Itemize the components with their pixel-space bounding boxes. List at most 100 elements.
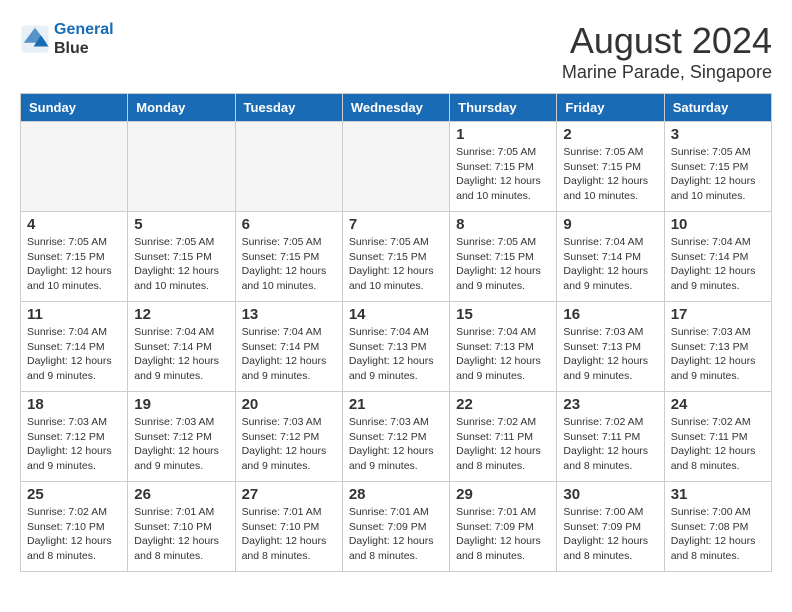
day-info: Sunrise: 7:04 AM Sunset: 7:14 PM Dayligh… <box>134 325 228 384</box>
day-info: Sunrise: 7:04 AM Sunset: 7:14 PM Dayligh… <box>27 325 121 384</box>
title-block: August 2024 Marine Parade, Singapore <box>562 20 772 83</box>
logo-icon <box>20 24 50 54</box>
day-number: 2 <box>563 126 657 143</box>
day-number: 6 <box>242 216 336 233</box>
day-info: Sunrise: 7:01 AM Sunset: 7:09 PM Dayligh… <box>456 505 550 564</box>
day-info: Sunrise: 7:04 AM Sunset: 7:14 PM Dayligh… <box>563 235 657 294</box>
calendar-cell-1-6: 2 Sunrise: 7:05 AM Sunset: 7:15 PM Daylig… <box>557 122 664 212</box>
logo: General Blue <box>20 20 114 58</box>
day-info: Sunrise: 7:04 AM Sunset: 7:14 PM Dayligh… <box>242 325 336 384</box>
calendar-cell-3-4: 14 Sunrise: 7:04 AM Sunset: 7:13 PM Dayli… <box>342 302 449 392</box>
calendar-cell-2-6: 9 Sunrise: 7:04 AM Sunset: 7:14 PM Daylig… <box>557 212 664 302</box>
day-number: 29 <box>456 486 550 503</box>
day-number: 13 <box>242 306 336 323</box>
week-row-4: 18Sunrise: 7:03 AM Sunset: 7:12 PM Dayli… <box>21 392 772 482</box>
day-number: 10 <box>671 216 765 233</box>
day-number: 11 <box>27 306 121 323</box>
day-info: Sunrise: 7:03 AM Sunset: 7:12 PM Dayligh… <box>242 415 336 474</box>
calendar-cell-4-5: 22 Sunrise: 7:02 AM Sunset: 7:11 PM Dayli… <box>450 392 557 482</box>
main-title: August 2024 <box>562 20 772 62</box>
day-info: Sunrise: 7:05 AM Sunset: 7:15 PM Dayligh… <box>456 235 550 294</box>
week-row-5: 25Sunrise: 7:02 AM Sunset: 7:10 PM Dayli… <box>21 482 772 572</box>
day-info: Sunrise: 7:02 AM Sunset: 7:11 PM Dayligh… <box>563 415 657 474</box>
calendar-cell-5-1: 25Sunrise: 7:02 AM Sunset: 7:10 PM Dayli… <box>21 482 128 572</box>
day-info: Sunrise: 7:00 AM Sunset: 7:08 PM Dayligh… <box>671 505 765 564</box>
day-number: 24 <box>671 396 765 413</box>
day-info: Sunrise: 7:02 AM Sunset: 7:11 PM Dayligh… <box>456 415 550 474</box>
calendar-cell-5-3: 27 Sunrise: 7:01 AM Sunset: 7:10 PM Dayli… <box>235 482 342 572</box>
day-info: Sunrise: 7:05 AM Sunset: 7:15 PM Dayligh… <box>671 145 765 204</box>
day-header-tuesday: Tuesday <box>235 94 342 122</box>
day-number: 4 <box>27 216 121 233</box>
week-row-3: 11 Sunrise: 7:04 AM Sunset: 7:14 PM Dayli… <box>21 302 772 392</box>
calendar-cell-1-2 <box>128 122 235 212</box>
day-number: 14 <box>349 306 443 323</box>
day-info: Sunrise: 7:00 AM Sunset: 7:09 PM Dayligh… <box>563 505 657 564</box>
calendar-cell-4-7: 24 Sunrise: 7:02 AM Sunset: 7:11 PM Dayli… <box>664 392 771 482</box>
page-header: General Blue August 2024 Marine Parade, … <box>20 20 772 83</box>
day-header-saturday: Saturday <box>664 94 771 122</box>
calendar-cell-3-1: 11 Sunrise: 7:04 AM Sunset: 7:14 PM Dayli… <box>21 302 128 392</box>
day-info: Sunrise: 7:03 AM Sunset: 7:12 PM Dayligh… <box>27 415 121 474</box>
day-info: Sunrise: 7:02 AM Sunset: 7:11 PM Dayligh… <box>671 415 765 474</box>
week-row-2: 4 Sunrise: 7:05 AM Sunset: 7:15 PM Daylig… <box>21 212 772 302</box>
calendar-cell-2-5: 8 Sunrise: 7:05 AM Sunset: 7:15 PM Daylig… <box>450 212 557 302</box>
calendar-cell-2-1: 4 Sunrise: 7:05 AM Sunset: 7:15 PM Daylig… <box>21 212 128 302</box>
day-number: 12 <box>134 306 228 323</box>
day-info: Sunrise: 7:03 AM Sunset: 7:13 PM Dayligh… <box>563 325 657 384</box>
day-info: Sunrise: 7:04 AM Sunset: 7:13 PM Dayligh… <box>349 325 443 384</box>
day-number: 28 <box>349 486 443 503</box>
day-number: 9 <box>563 216 657 233</box>
day-info: Sunrise: 7:01 AM Sunset: 7:10 PM Dayligh… <box>134 505 228 564</box>
day-info: Sunrise: 7:05 AM Sunset: 7:15 PM Dayligh… <box>27 235 121 294</box>
day-number: 5 <box>134 216 228 233</box>
day-number: 16 <box>563 306 657 323</box>
day-number: 23 <box>563 396 657 413</box>
day-info: Sunrise: 7:05 AM Sunset: 7:15 PM Dayligh… <box>349 235 443 294</box>
calendar-cell-4-3: 20Sunrise: 7:03 AM Sunset: 7:12 PM Dayli… <box>235 392 342 482</box>
day-number: 31 <box>671 486 765 503</box>
logo-line2: Blue <box>54 39 114 58</box>
day-number: 22 <box>456 396 550 413</box>
calendar-cell-4-2: 19Sunrise: 7:03 AM Sunset: 7:12 PM Dayli… <box>128 392 235 482</box>
calendar-cell-3-3: 13 Sunrise: 7:04 AM Sunset: 7:14 PM Dayli… <box>235 302 342 392</box>
calendar-cell-1-4 <box>342 122 449 212</box>
calendar-cell-5-5: 29 Sunrise: 7:01 AM Sunset: 7:09 PM Dayli… <box>450 482 557 572</box>
day-number: 15 <box>456 306 550 323</box>
calendar-cell-2-3: 6Sunrise: 7:05 AM Sunset: 7:15 PM Daylig… <box>235 212 342 302</box>
calendar-cell-3-5: 15 Sunrise: 7:04 AM Sunset: 7:13 PM Dayli… <box>450 302 557 392</box>
day-info: Sunrise: 7:02 AM Sunset: 7:10 PM Dayligh… <box>27 505 121 564</box>
day-header-wednesday: Wednesday <box>342 94 449 122</box>
calendar-cell-1-7: 3 Sunrise: 7:05 AM Sunset: 7:15 PM Daylig… <box>664 122 771 212</box>
day-header-friday: Friday <box>557 94 664 122</box>
calendar-cell-4-1: 18Sunrise: 7:03 AM Sunset: 7:12 PM Dayli… <box>21 392 128 482</box>
calendar-cell-2-2: 5 Sunrise: 7:05 AM Sunset: 7:15 PM Daylig… <box>128 212 235 302</box>
day-header-monday: Monday <box>128 94 235 122</box>
calendar-cell-4-6: 23 Sunrise: 7:02 AM Sunset: 7:11 PM Dayli… <box>557 392 664 482</box>
day-info: Sunrise: 7:05 AM Sunset: 7:15 PM Dayligh… <box>134 235 228 294</box>
subtitle: Marine Parade, Singapore <box>562 62 772 83</box>
day-number: 3 <box>671 126 765 143</box>
calendar-cell-1-3 <box>235 122 342 212</box>
day-info: Sunrise: 7:01 AM Sunset: 7:09 PM Dayligh… <box>349 505 443 564</box>
day-number: 17 <box>671 306 765 323</box>
day-info: Sunrise: 7:03 AM Sunset: 7:12 PM Dayligh… <box>134 415 228 474</box>
day-info: Sunrise: 7:05 AM Sunset: 7:15 PM Dayligh… <box>456 145 550 204</box>
calendar-cell-5-7: 31 Sunrise: 7:00 AM Sunset: 7:08 PM Dayli… <box>664 482 771 572</box>
calendar-cell-5-2: 26 Sunrise: 7:01 AM Sunset: 7:10 PM Dayli… <box>128 482 235 572</box>
day-info: Sunrise: 7:05 AM Sunset: 7:15 PM Dayligh… <box>563 145 657 204</box>
day-number: 26 <box>134 486 228 503</box>
calendar-cell-3-7: 17Sunrise: 7:03 AM Sunset: 7:13 PM Dayli… <box>664 302 771 392</box>
logo-text: General Blue <box>54 20 114 58</box>
day-info: Sunrise: 7:01 AM Sunset: 7:10 PM Dayligh… <box>242 505 336 564</box>
calendar-cell-3-2: 12 Sunrise: 7:04 AM Sunset: 7:14 PM Dayli… <box>128 302 235 392</box>
day-number: 1 <box>456 126 550 143</box>
calendar-header-row: SundayMondayTuesdayWednesdayThursdayFrid… <box>21 94 772 122</box>
calendar-table: SundayMondayTuesdayWednesdayThursdayFrid… <box>20 93 772 572</box>
day-number: 8 <box>456 216 550 233</box>
day-info: Sunrise: 7:04 AM Sunset: 7:13 PM Dayligh… <box>456 325 550 384</box>
calendar-cell-2-7: 10Sunrise: 7:04 AM Sunset: 7:14 PM Dayli… <box>664 212 771 302</box>
calendar-cell-5-4: 28 Sunrise: 7:01 AM Sunset: 7:09 PM Dayli… <box>342 482 449 572</box>
day-number: 27 <box>242 486 336 503</box>
logo-line1: General <box>54 21 114 38</box>
